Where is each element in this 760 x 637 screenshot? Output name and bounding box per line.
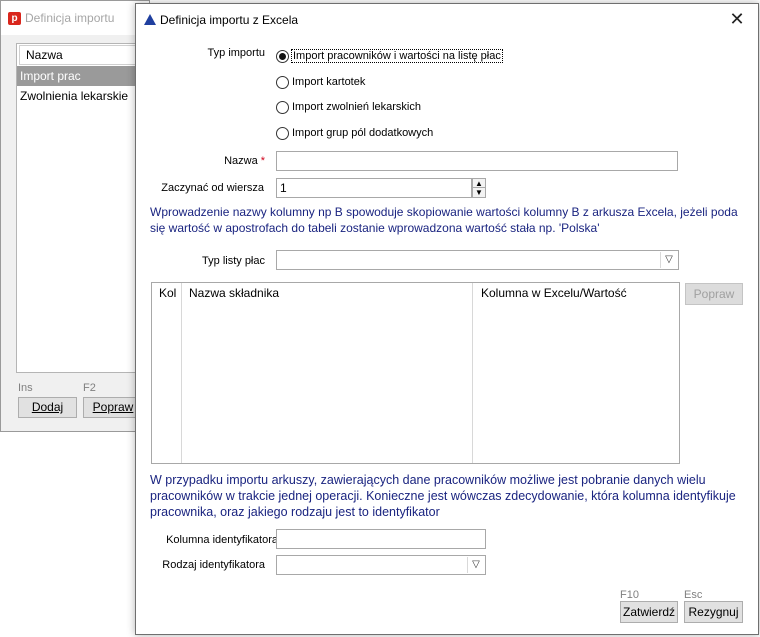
payroll-type-label: Typ listy płac	[202, 255, 265, 267]
import-option-radio-payroll[interactable]	[276, 50, 289, 63]
add-shortcut-hint: Ins	[18, 382, 33, 394]
add-button[interactable]: Dodaj	[18, 397, 77, 418]
id-column-input[interactable]	[276, 529, 486, 549]
background-window-title: Definicja importu	[25, 11, 115, 25]
import-option-label-records[interactable]: Import kartotek	[292, 76, 365, 88]
background-window: p Definicja importu Nazwa Import prac Zw…	[0, 0, 156, 432]
cancel-button[interactable]: Rezygnuj	[684, 601, 743, 623]
name-input[interactable]	[276, 151, 678, 171]
import-option-label-payroll[interactable]: Import pracowników i wartości na listę p…	[291, 49, 503, 63]
id-column-label: Kolumna identyfikatora	[166, 534, 278, 546]
grid-edit-button[interactable]: Popraw	[685, 283, 743, 305]
import-option-radio-records[interactable]	[276, 76, 289, 89]
arrow-down-icon[interactable]: ▼	[473, 188, 485, 197]
start-row-input[interactable]	[276, 178, 472, 198]
chevron-down-icon[interactable]: ▽	[660, 252, 677, 268]
name-label: Nazwa *	[224, 155, 265, 167]
import-option-label-extra-fields[interactable]: Import grup pól dodatkowych	[292, 127, 433, 139]
import-option-radio-sick-leave[interactable]	[276, 101, 289, 114]
import-option-label-sick-leave[interactable]: Import zwolnień lekarskich	[292, 101, 421, 113]
grid-column-name	[182, 283, 473, 463]
close-icon[interactable]: ✕	[724, 8, 750, 30]
excel-import-dialog: Definicja importu z Excela ✕ Typ importu…	[135, 3, 759, 635]
required-marker: *	[260, 155, 265, 167]
list-header-name[interactable]: Nazwa	[19, 45, 153, 65]
triangle-app-icon	[144, 14, 156, 25]
edit-shortcut-hint: F2	[83, 382, 96, 394]
background-titlebar: p Definicja importu	[1, 1, 149, 35]
edit-button[interactable]: Popraw	[83, 397, 143, 418]
dialog-title: Definicja importu z Excela	[160, 13, 299, 27]
components-grid[interactable]: Kol Nazwa składnika Kolumna w Excelu/War…	[151, 282, 680, 464]
import-option-radio-extra-fields[interactable]	[276, 127, 289, 140]
grid-column-kol	[152, 283, 182, 463]
import-type-label: Typ importu	[207, 47, 265, 59]
confirm-shortcut-hint: F10	[620, 589, 639, 601]
column-info-text: Wprowadzenie nazwy kolumny np B spowoduj…	[150, 205, 738, 235]
confirm-button[interactable]: Zatwierdź	[620, 601, 678, 623]
grid-header-excel-column[interactable]: Kolumna w Excelu/Wartość	[481, 286, 627, 300]
arrow-up-icon[interactable]: ▲	[473, 179, 485, 188]
grid-header-component-name[interactable]: Nazwa składnika	[189, 286, 279, 300]
chevron-down-icon[interactable]: ▽	[467, 557, 484, 573]
identifier-info-text: W przypadku importu arkuszy, zawierający…	[150, 473, 736, 519]
payroll-type-select[interactable]: ▽	[276, 250, 679, 270]
dialog-titlebar: Definicja importu z Excela ✕	[136, 4, 758, 34]
id-type-label: Rodzaj identyfikatora	[162, 559, 265, 571]
start-row-label: Zaczynać od wiersza	[161, 182, 264, 194]
grid-header-kol[interactable]: Kol	[159, 286, 176, 300]
app-logo-icon: p	[8, 11, 21, 25]
id-type-select[interactable]: ▽	[276, 555, 486, 575]
cancel-shortcut-hint: Esc	[684, 589, 703, 601]
start-row-spinner[interactable]: ▲ ▼	[472, 178, 486, 198]
